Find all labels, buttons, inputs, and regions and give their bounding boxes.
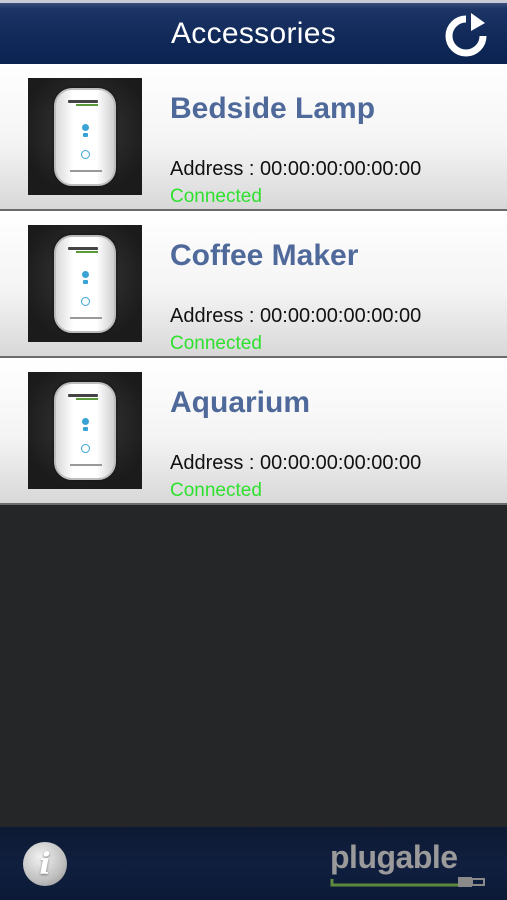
page-title: Accessories — [170, 17, 337, 50]
smart-plug-image — [54, 87, 116, 186]
accessory-address: Address : 00:00:00:00:00:00 — [170, 158, 422, 180]
plugable-logo: plugable — [330, 839, 490, 889]
accessory-address: Address : 00:00:00:00:00:00 — [170, 305, 422, 327]
usb-plug-icon — [330, 877, 485, 887]
accessory-status: Connected — [170, 480, 262, 501]
accessory-list: Bedside Lamp Address : 00:00:00:00:00:00… — [0, 64, 507, 505]
accessory-name: Coffee Maker — [170, 239, 359, 272]
info-button[interactable]: i — [23, 842, 67, 886]
smart-plug-image — [54, 381, 116, 480]
app-header: Accessories — [0, 0, 507, 64]
device-thumbnail — [28, 372, 142, 489]
accessory-status: Connected — [170, 333, 262, 354]
accessory-address: Address : 00:00:00:00:00:00 — [170, 452, 422, 474]
accessory-name: Aquarium — [170, 386, 311, 419]
smart-plug-image — [54, 234, 116, 333]
device-thumbnail — [28, 225, 142, 342]
accessory-item-coffee-maker[interactable]: Coffee Maker Address : 00:00:00:00:00:00… — [0, 211, 507, 358]
refresh-button[interactable] — [440, 11, 492, 61]
accessory-item-aquarium[interactable]: Aquarium Address : 00:00:00:00:00:00 Con… — [0, 358, 507, 505]
accessory-name: Bedside Lamp — [170, 92, 376, 125]
accessory-status: Connected — [170, 186, 262, 207]
device-thumbnail — [28, 78, 142, 195]
accessory-item-bedside-lamp[interactable]: Bedside Lamp Address : 00:00:00:00:00:00… — [0, 64, 507, 211]
app-footer: i plugable — [0, 827, 507, 900]
info-icon: i — [39, 846, 51, 882]
refresh-icon — [445, 13, 487, 57]
